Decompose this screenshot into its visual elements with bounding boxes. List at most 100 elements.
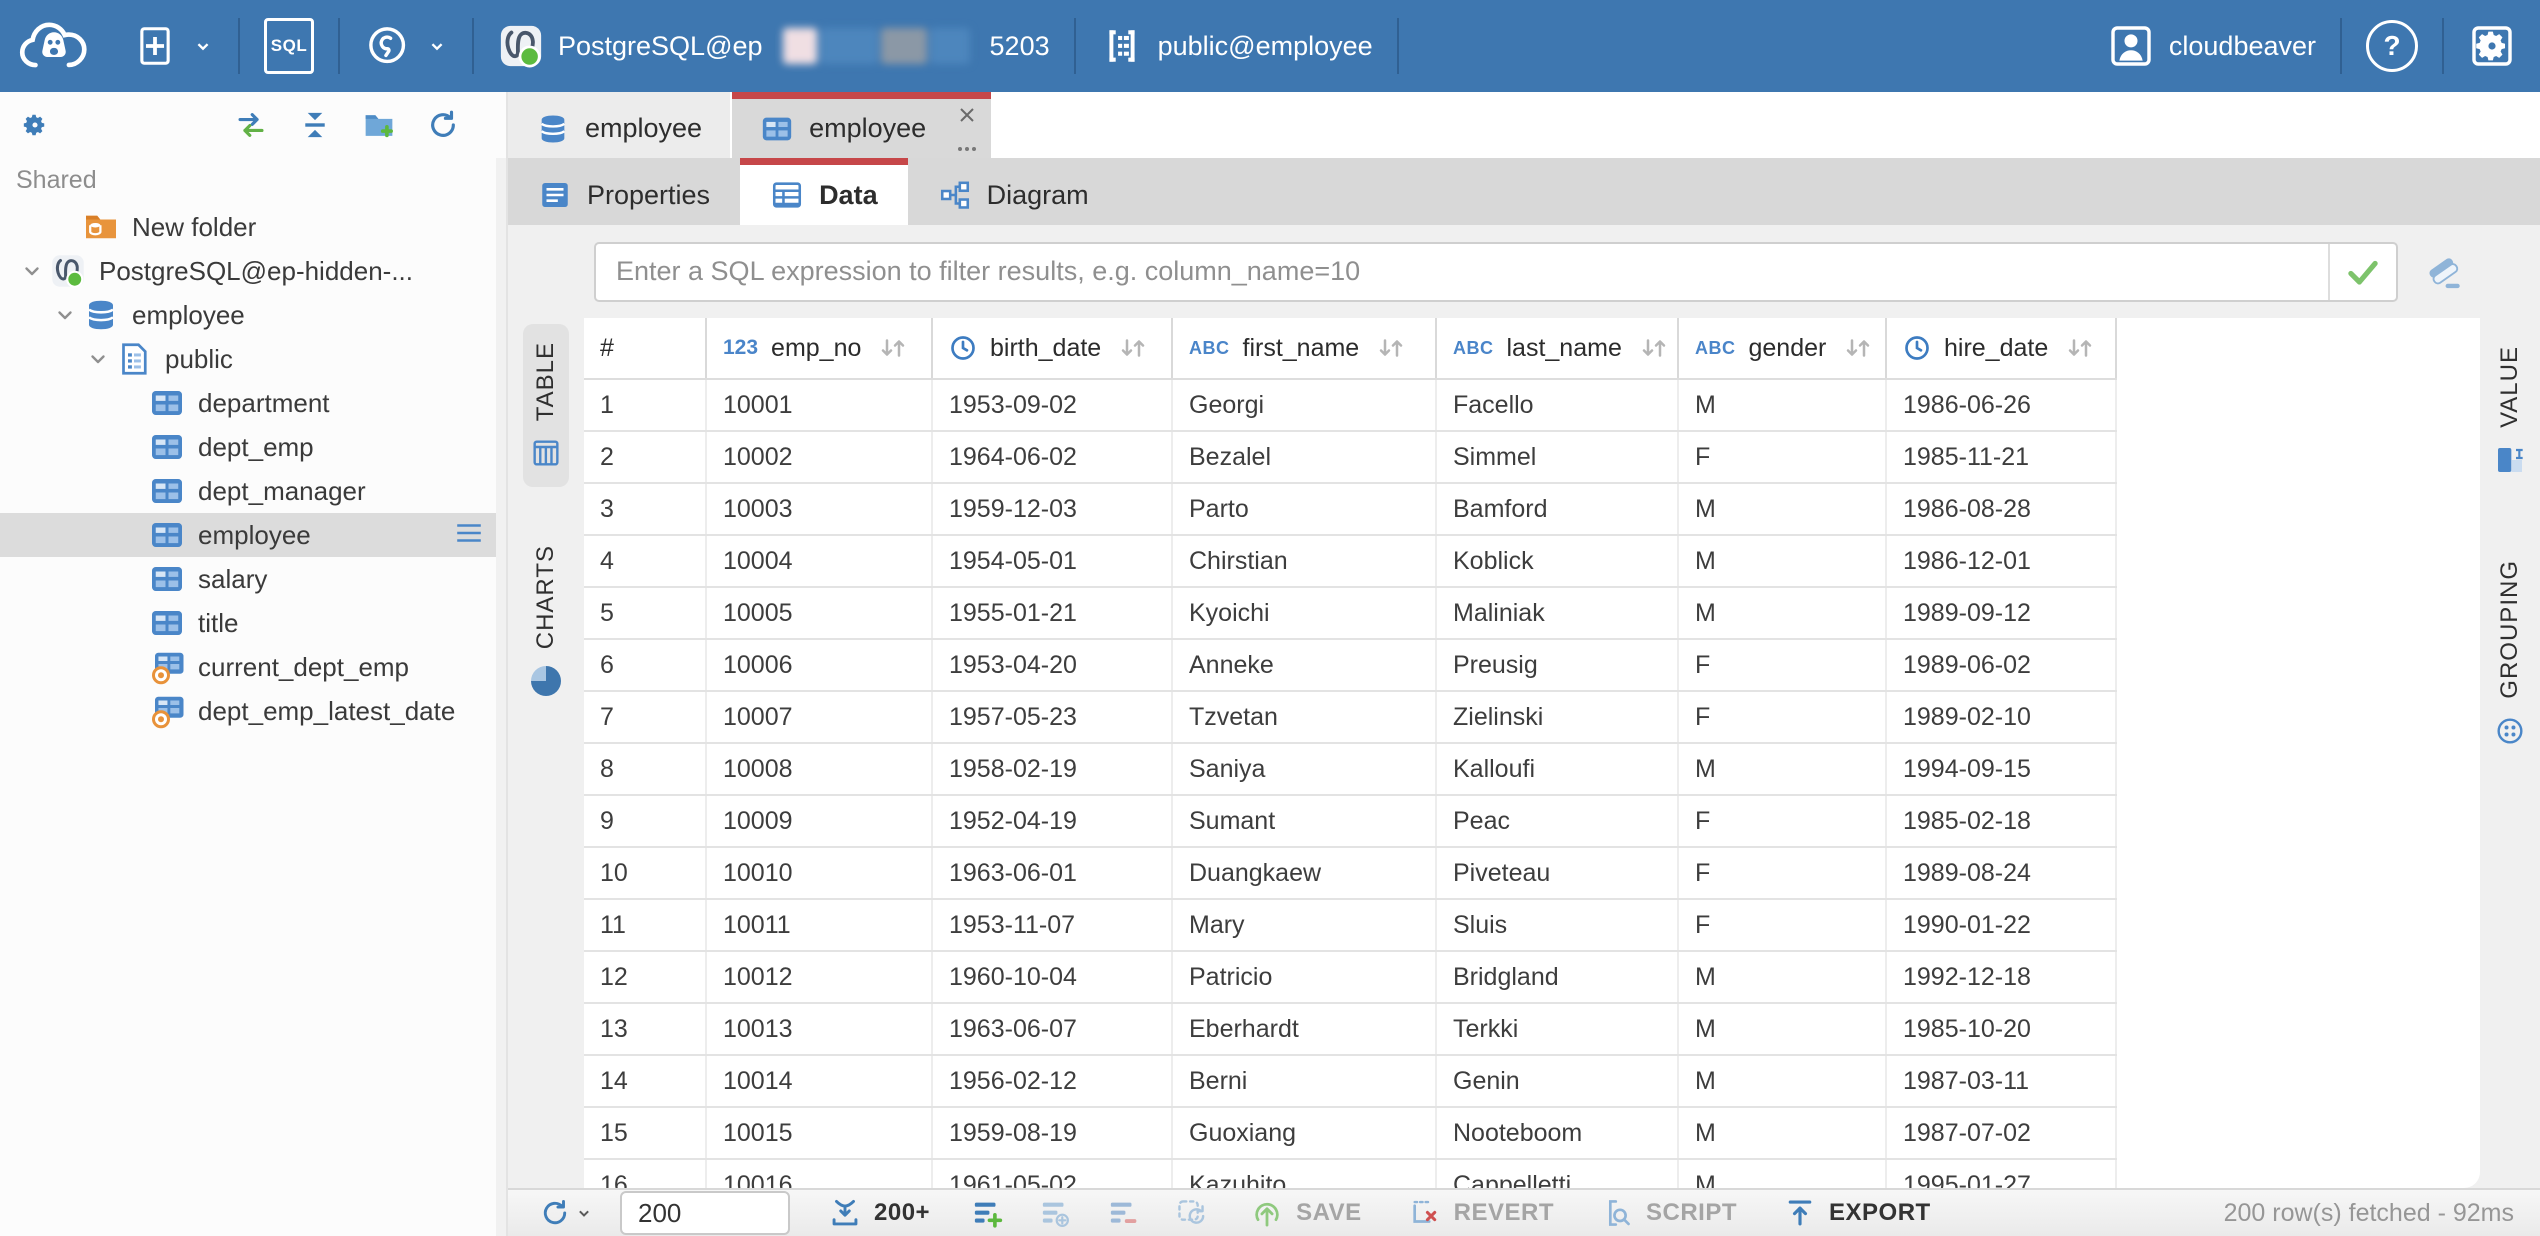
data-cell[interactable]: Kazuhito <box>1172 1159 1436 1188</box>
data-cell[interactable]: Georgi <box>1172 379 1436 431</box>
row-limit-input[interactable] <box>620 1191 790 1235</box>
data-cell[interactable]: 10002 <box>706 431 932 483</box>
tab-properties[interactable]: Properties <box>508 158 740 225</box>
data-cell[interactable]: Maliniak <box>1436 587 1678 639</box>
help-button[interactable]: ? <box>2342 0 2442 92</box>
apply-filter-button[interactable] <box>2328 244 2396 300</box>
data-cell[interactable]: M <box>1678 1055 1886 1107</box>
new-connection-button[interactable] <box>108 0 238 92</box>
chevron-down-icon[interactable] <box>47 303 83 327</box>
data-cell[interactable]: 1954-05-01 <box>932 535 1172 587</box>
table-row[interactable]: 12100121960-10-04PatricioBridglandM1992-… <box>584 951 2116 1003</box>
data-cell[interactable]: 1963-06-07 <box>932 1003 1172 1055</box>
data-cell[interactable]: F <box>1678 639 1886 691</box>
sort-icon[interactable] <box>878 335 908 361</box>
tree-item-current-dept-emp[interactable]: current_dept_emp <box>0 645 506 689</box>
data-cell[interactable]: 10008 <box>706 743 932 795</box>
data-cell[interactable]: Anneke <box>1172 639 1436 691</box>
data-cell[interactable]: 1995-01-27 <box>1886 1159 2116 1188</box>
table-row[interactable]: 16100161961-05-02KazuhitoCappellettiM199… <box>584 1159 2116 1188</box>
sort-icon[interactable] <box>1118 335 1148 361</box>
data-cell[interactable]: Bezalel <box>1172 431 1436 483</box>
row-number-cell[interactable]: 15 <box>584 1107 706 1159</box>
column-header-emp-no[interactable]: 123emp_no <box>706 318 932 379</box>
chevron-down-icon[interactable] <box>14 259 50 283</box>
data-cell[interactable]: 1986-12-01 <box>1886 535 2116 587</box>
data-cell[interactable]: Kalloufi <box>1436 743 1678 795</box>
data-cell[interactable]: Bridgland <box>1436 951 1678 1003</box>
data-cell[interactable]: 1959-08-19 <box>932 1107 1172 1159</box>
tab-more-icon[interactable] <box>955 143 979 155</box>
row-number-cell[interactable]: 8 <box>584 743 706 795</box>
table-row[interactable]: 6100061953-04-20AnnekePreusigF1989-06-02 <box>584 639 2116 691</box>
data-cell[interactable]: 10004 <box>706 535 932 587</box>
data-cell[interactable]: Nooteboom <box>1436 1107 1678 1159</box>
tab-grouping-panel[interactable]: GROUPING <box>2487 542 2533 765</box>
row-number-cell[interactable]: 10 <box>584 847 706 899</box>
tree-item-public[interactable]: public <box>0 337 506 381</box>
data-cell[interactable]: 1961-05-02 <box>932 1159 1172 1188</box>
table-row[interactable]: 7100071957-05-23TzvetanZielinskiF1989-02… <box>584 691 2116 743</box>
settings-button[interactable] <box>2444 0 2540 92</box>
connection-selector[interactable]: PostgreSQL@ep 5203 <box>474 0 1074 92</box>
table-row[interactable]: 13100131963-06-07EberhardtTerkkiM1985-10… <box>584 1003 2116 1055</box>
data-cell[interactable]: Sluis <box>1436 899 1678 951</box>
sql-filter-input[interactable] <box>596 244 2328 300</box>
data-cell[interactable]: Saniya <box>1172 743 1436 795</box>
row-number-cell[interactable]: 9 <box>584 795 706 847</box>
data-cell[interactable]: 10014 <box>706 1055 932 1107</box>
new-folder-icon[interactable] <box>362 108 396 142</box>
data-cell[interactable]: 1952-04-19 <box>932 795 1172 847</box>
data-cell[interactable]: 1964-06-02 <box>932 431 1172 483</box>
tab-table-presentation[interactable]: TABLE <box>523 324 569 487</box>
tab-value-panel[interactable]: VALUE <box>2487 328 2533 494</box>
data-cell[interactable]: 1958-02-19 <box>932 743 1172 795</box>
data-cell[interactable]: Zielinski <box>1436 691 1678 743</box>
tree-item-dept-emp[interactable]: dept_emp <box>0 425 506 469</box>
data-cell[interactable]: 1987-03-11 <box>1886 1055 2116 1107</box>
row-number-cell[interactable]: 12 <box>584 951 706 1003</box>
clear-filter-icon[interactable] <box>2422 250 2466 294</box>
data-cell[interactable]: 1994-09-15 <box>1886 743 2116 795</box>
tab-data[interactable]: Data <box>740 158 908 225</box>
tab-charts-presentation[interactable]: CHARTS <box>524 527 568 713</box>
row-number-cell[interactable]: 6 <box>584 639 706 691</box>
table-row[interactable]: 3100031959-12-03PartoBamfordM1986-08-28 <box>584 483 2116 535</box>
tab-employee-database[interactable]: employee <box>508 92 730 158</box>
data-cell[interactable]: 10007 <box>706 691 932 743</box>
table-row[interactable]: 9100091952-04-19SumantPeacF1985-02-18 <box>584 795 2116 847</box>
data-cell[interactable]: 10015 <box>706 1107 932 1159</box>
tree-item-dept-manager[interactable]: dept_manager <box>0 469 506 513</box>
delete-row-icon[interactable] <box>1106 1196 1140 1230</box>
data-cell[interactable]: 1987-07-02 <box>1886 1107 2116 1159</box>
data-cell[interactable]: 1953-09-02 <box>932 379 1172 431</box>
row-number-cell[interactable]: 13 <box>584 1003 706 1055</box>
row-menu-icon[interactable] <box>454 521 484 552</box>
data-cell[interactable]: 1990-01-22 <box>1886 899 2116 951</box>
data-cell[interactable]: 1986-06-26 <box>1886 379 2116 431</box>
data-cell[interactable]: 1989-09-12 <box>1886 587 2116 639</box>
row-number-cell[interactable]: 2 <box>584 431 706 483</box>
gear-icon[interactable] <box>18 108 52 142</box>
data-cell[interactable]: 1957-05-23 <box>932 691 1172 743</box>
row-number-cell[interactable]: 5 <box>584 587 706 639</box>
data-cell[interactable]: 1989-02-10 <box>1886 691 2116 743</box>
row-number-cell[interactable]: 3 <box>584 483 706 535</box>
sort-icon[interactable] <box>1376 335 1406 361</box>
data-cell[interactable]: 10012 <box>706 951 932 1003</box>
table-row[interactable]: 2100021964-06-02BezalelSimmelF1985-11-21 <box>584 431 2116 483</box>
data-cell[interactable]: F <box>1678 795 1886 847</box>
duplicate-row-icon[interactable] <box>1038 1196 1072 1230</box>
column-header-[interactable]: # <box>584 318 706 379</box>
fetch-more-button[interactable]: 200+ <box>828 1196 930 1230</box>
data-cell[interactable]: 1959-12-03 <box>932 483 1172 535</box>
data-cell[interactable]: 1953-11-07 <box>932 899 1172 951</box>
tree-item-department[interactable]: department <box>0 381 506 425</box>
user-menu[interactable]: cloudbeaver <box>2083 0 2340 92</box>
tools-menu-button[interactable] <box>340 0 472 92</box>
data-cell[interactable]: 1963-06-01 <box>932 847 1172 899</box>
save-button[interactable]: SAVE <box>1250 1196 1362 1230</box>
data-cell[interactable]: M <box>1678 1107 1886 1159</box>
refresh-results-icon[interactable] <box>538 1196 572 1230</box>
table-row[interactable]: 8100081958-02-19SaniyaKalloufiM1994-09-1… <box>584 743 2116 795</box>
